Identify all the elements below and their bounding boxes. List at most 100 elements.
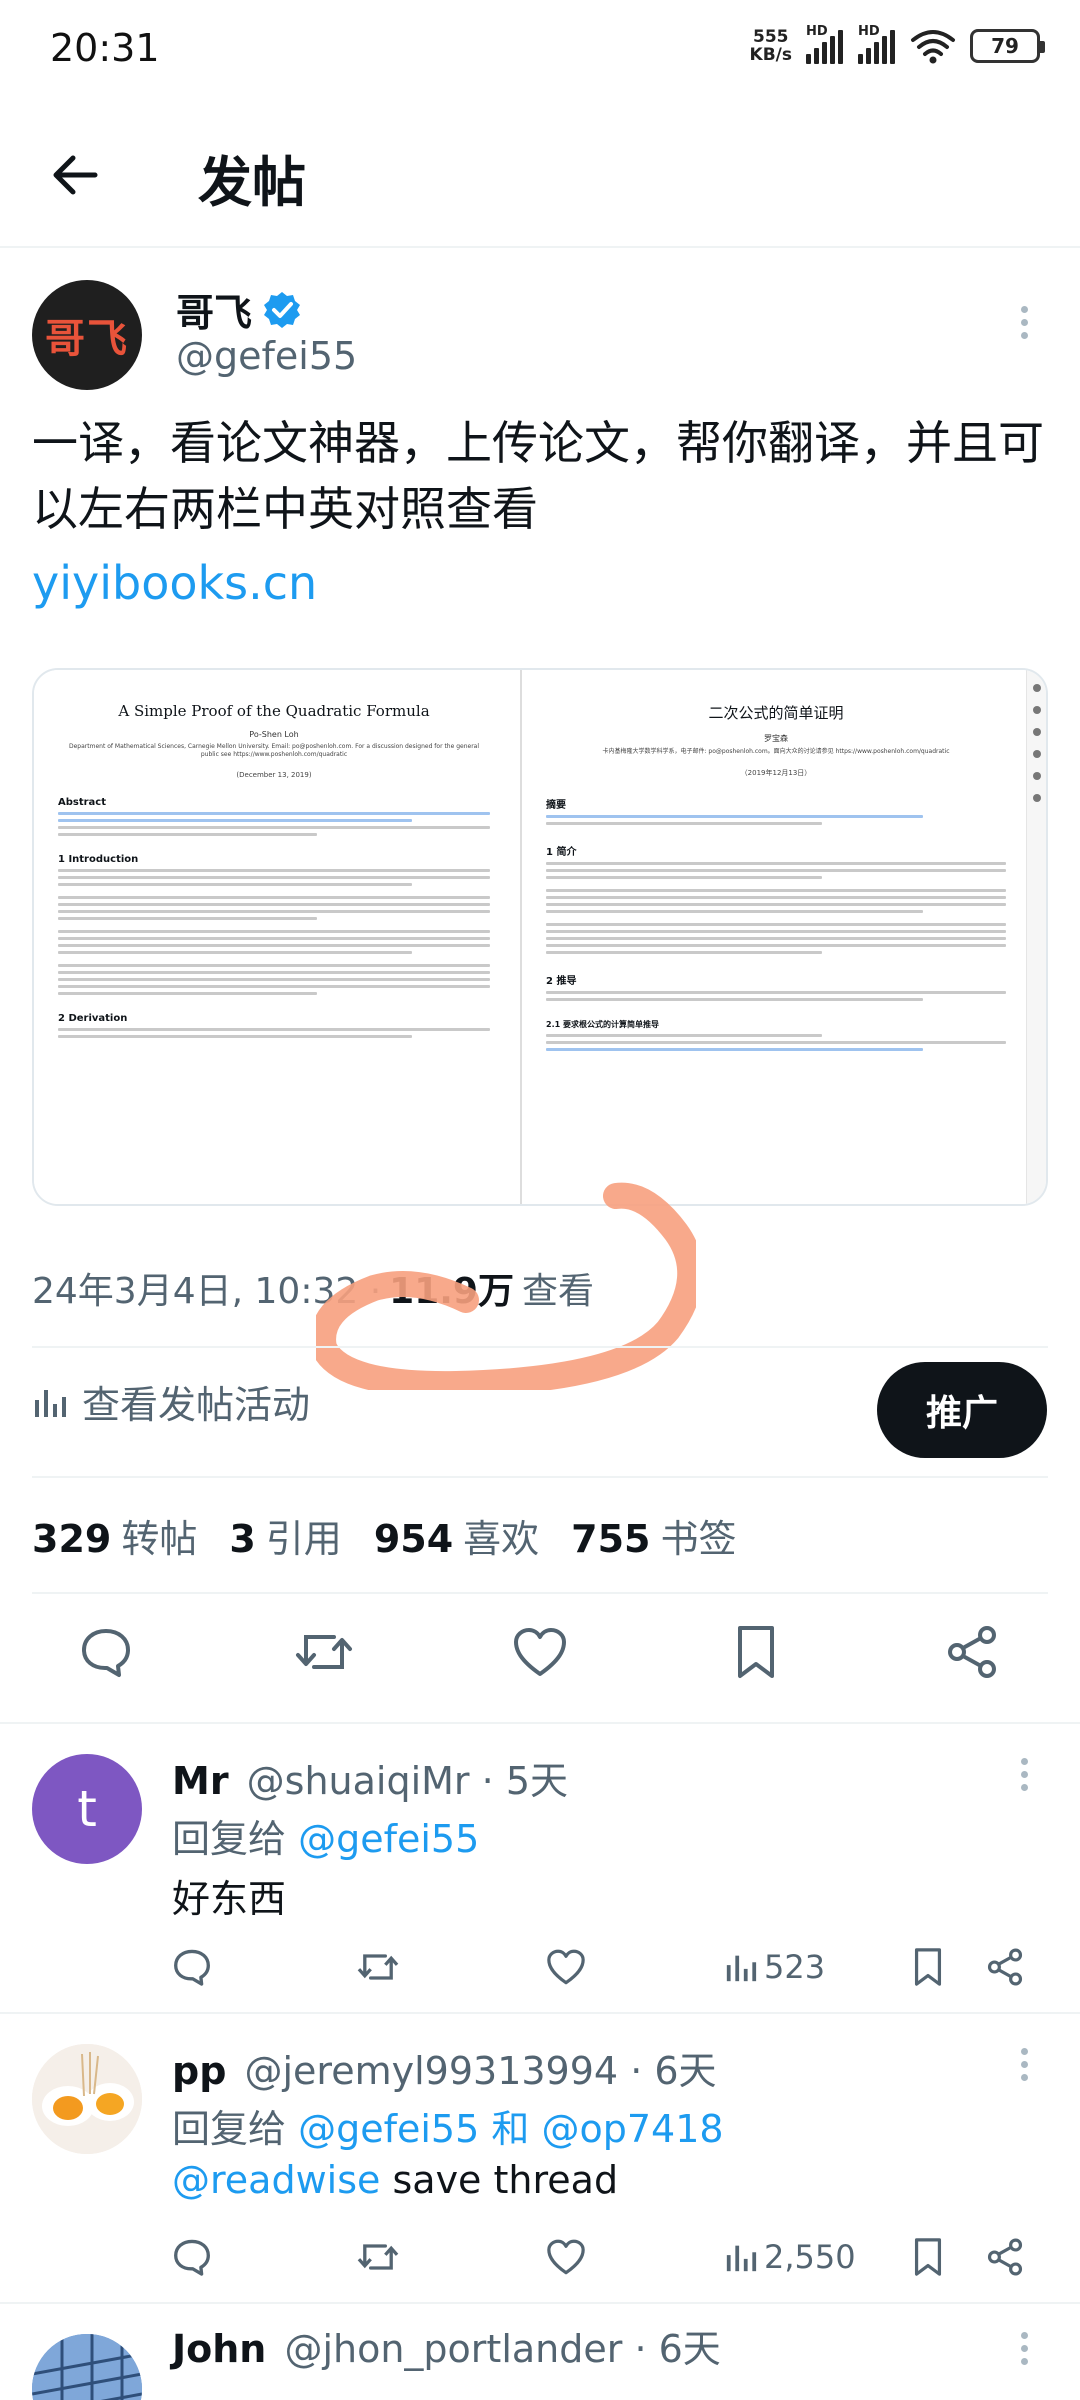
tweet-meta: 24年3月4日, 10:32 · 11.9万 查看 (32, 1262, 594, 1314)
reply-item[interactable]: t Mr @shuaiqiMr · 5天 回复给 @gefei55 好东西 52… (0, 1722, 1080, 2012)
reply-action-bar: 2,550 (172, 2232, 1042, 2282)
tweet-timestamp: 24年3月4日, 10:32 · (32, 1271, 382, 1312)
reply-text: 好东西 (172, 1877, 287, 1921)
eggs-avatar-image (32, 2044, 142, 2154)
reply-author-name[interactable]: pp (172, 2049, 226, 2093)
more-options-icon[interactable] (1018, 2332, 1030, 2365)
header-divider (0, 246, 1080, 248)
bookmark-button[interactable] (724, 1620, 788, 1684)
like-button[interactable] (546, 2232, 586, 2282)
network-speed-unit: KB/s (749, 45, 792, 65)
view-post-activity[interactable]: 查看发帖活动 (32, 1374, 310, 1429)
reply-author-name[interactable]: Mr (172, 1759, 229, 1803)
more-options-icon[interactable] (1018, 1758, 1030, 1791)
left-doc-author: Po-Shen Loh (249, 730, 299, 739)
right-doc-date: （2019年12月13日） (740, 769, 812, 777)
promote-button[interactable]: 推广 (877, 1362, 1047, 1458)
analytics-icon (726, 2245, 757, 2272)
tweet-link[interactable]: yiyibooks.cn (32, 556, 317, 610)
share-icon (987, 2238, 1023, 2276)
likes-stat[interactable]: 954 喜欢 (374, 1508, 539, 1563)
reply-button[interactable] (74, 1620, 138, 1684)
meta-divider (32, 1346, 1048, 1348)
retweet-button[interactable] (292, 1620, 356, 1684)
left-doc-intro-heading: 1 Introduction (58, 854, 139, 865)
arrow-left-icon (53, 155, 98, 195)
reply-icon (82, 1629, 130, 1677)
analytics-icon (726, 1955, 757, 1982)
reply-action-bar: 523 (172, 1942, 1042, 1992)
verified-badge-icon (264, 291, 301, 328)
retweet-icon (296, 1635, 352, 1669)
engagement-counts: 329 转帖 3 引用 954 喜欢 755 书签 (32, 1508, 737, 1563)
like-button[interactable] (546, 1942, 586, 1992)
quotes-stat[interactable]: 3 引用 (229, 1508, 341, 1563)
counts-divider (32, 1592, 1048, 1594)
reply-author-handle[interactable]: @jhon_portlander (284, 2327, 622, 2371)
retweet-button[interactable] (356, 1942, 400, 1992)
building-avatar-image (32, 2334, 142, 2400)
top-app-bar: 发帖 (0, 110, 1080, 240)
author-name-text: 哥飞 (176, 291, 253, 335)
bookmark-icon (914, 1948, 942, 1986)
network-speed-value: 555 (753, 27, 789, 47)
views-button[interactable]: 2,550 (724, 2232, 856, 2282)
share-icon (948, 1626, 996, 1678)
bookmark-icon (738, 1626, 774, 1678)
reply-author-handle[interactable]: @jeremyl99313994 (245, 2049, 619, 2093)
bookmark-button[interactable] (912, 2232, 944, 2282)
views-count: 11.9万 (389, 1271, 514, 1312)
reply-avatar[interactable]: t (32, 1754, 142, 1864)
reply-views-count: 523 (764, 1948, 826, 1986)
reply-time: · 6天 (634, 2327, 721, 2371)
activity-divider (32, 1476, 1048, 1478)
body-mention[interactable]: @readwise (172, 2158, 380, 2202)
views-button[interactable]: 523 (724, 1942, 825, 1992)
replying-to: 回复给 @gefei55 和 @op7418 (172, 2107, 724, 2151)
tweet-media-image[interactable]: A Simple Proof of the Quadratic Formula … (32, 668, 1048, 1206)
reply-to-mention-2[interactable]: @op7418 (541, 2107, 723, 2151)
share-button[interactable] (986, 2232, 1024, 2282)
wifi-icon (911, 30, 955, 64)
heart-icon (514, 1628, 566, 1676)
more-options-icon[interactable] (1018, 306, 1030, 339)
network-speed: 555 KB/s (750, 28, 792, 64)
reply-item[interactable]: pp @jeremyl99313994 · 6天 回复给 @gefei55 和 … (0, 2012, 1080, 2302)
reply-avatar[interactable] (32, 2044, 142, 2154)
reply-button[interactable] (172, 1942, 212, 1992)
reply-header: pp @jeremyl99313994 · 6天 (172, 2040, 717, 2095)
author-avatar[interactable]: 哥飞 (32, 280, 142, 390)
share-button[interactable] (940, 1620, 1004, 1684)
chinese-page-preview: 二次公式的简单证明 罗宝森 卡内基梅隆大学数学科学系，电子邮件: po@posh… (520, 670, 1030, 1204)
viewer-toolbar (1026, 670, 1046, 1204)
reply-button[interactable] (172, 2232, 212, 2282)
right-doc-affiliation: 卡内基梅隆大学数学科学系，电子邮件: po@poshenloh.com。面向大众… (602, 748, 950, 755)
right-doc-intro-heading: 1 简介 (546, 847, 577, 858)
replying-to: 回复给 @gefei55 (172, 1817, 480, 1861)
like-button[interactable] (508, 1620, 572, 1684)
reply-to-mention[interactable]: @gefei55 (298, 1817, 479, 1861)
english-page-preview: A Simple Proof of the Quadratic Formula … (34, 670, 514, 1204)
reply-author-name[interactable]: John (172, 2327, 266, 2371)
reply-icon (174, 2239, 210, 2276)
retweets-stat[interactable]: 329 转帖 (32, 1508, 197, 1563)
retweet-button[interactable] (356, 2232, 400, 2282)
reply-avatar[interactable] (32, 2334, 142, 2400)
retweet-icon (357, 2244, 399, 2270)
reply-time: · 5天 (481, 1759, 568, 1803)
share-button[interactable] (986, 1942, 1024, 1992)
bookmark-button[interactable] (912, 1942, 944, 1992)
status-bar: 20:31 555 KB/s HD HD 79 (0, 0, 1080, 100)
bookmarks-stat[interactable]: 755 书签 (571, 1508, 736, 1563)
reply-to-mention[interactable]: @gefei55 (298, 2107, 479, 2151)
views-label: 查看 (521, 1271, 594, 1312)
author-handle[interactable]: @gefei55 (176, 334, 357, 378)
heart-icon (547, 1949, 585, 1985)
tweet-text: 一译，看论文神器，上传论文，帮你翻译，并且可以左右两栏中英对照查看 (32, 416, 1044, 536)
more-options-icon[interactable] (1018, 2048, 1030, 2081)
right-doc-title: 二次公式的简单证明 (708, 704, 844, 722)
reply-item[interactable]: John @jhon_portlander · 6天 (0, 2302, 1080, 2400)
author-name[interactable]: 哥飞 (176, 282, 302, 337)
back-button[interactable] (40, 140, 110, 210)
reply-author-handle[interactable]: @shuaiqiMr (247, 1759, 470, 1803)
